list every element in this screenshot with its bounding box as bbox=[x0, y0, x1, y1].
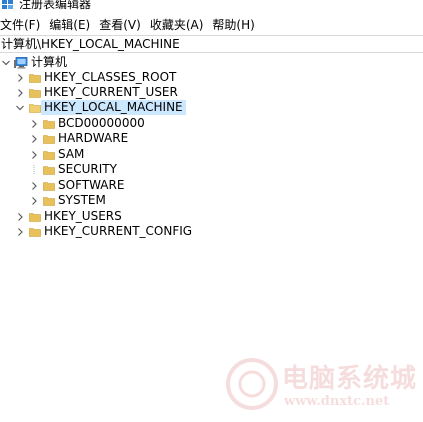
registry-tree: 计算机 HKEY_CLASSES_ROOT HKEY_CURRENT_USER bbox=[0, 54, 423, 422]
window-title: 注册表编辑器 bbox=[19, 0, 92, 11]
registry-icon bbox=[2, 0, 13, 9]
tree-label-security: SECURITY bbox=[58, 162, 117, 176]
menu-help[interactable]: 帮助(H) bbox=[210, 15, 256, 35]
chevron-right-icon[interactable] bbox=[15, 227, 25, 237]
tree-label-bcd: BCD00000000 bbox=[58, 116, 145, 130]
folder-icon bbox=[43, 181, 55, 191]
tree-label-hardware: HARDWARE bbox=[58, 131, 129, 145]
folder-icon bbox=[29, 73, 41, 83]
tree-node-bcd[interactable]: BCD00000000 bbox=[29, 116, 148, 131]
tree-label-hkcc: HKEY_CURRENT_CONFIG bbox=[44, 224, 193, 238]
folder-icon bbox=[29, 88, 41, 98]
tree-label-sam: SAM bbox=[58, 147, 85, 161]
tree-node-sam[interactable]: SAM bbox=[29, 147, 87, 162]
tree-node-hkcc[interactable]: HKEY_CURRENT_CONFIG bbox=[15, 224, 195, 239]
chevron-down-icon[interactable] bbox=[15, 103, 25, 113]
chevron-right-icon[interactable] bbox=[15, 88, 25, 98]
tree-label-hkcu: HKEY_CURRENT_USER bbox=[44, 85, 178, 99]
folder-icon bbox=[43, 150, 55, 160]
regedit-window: 注册表编辑器 文件(F) 编辑(E) 查看(V) 收藏夹(A) 帮助(H) 计算… bbox=[0, 0, 423, 422]
tree-node-software[interactable]: SOFTWARE bbox=[29, 178, 127, 193]
chevron-down-icon[interactable] bbox=[1, 58, 11, 68]
tree-node-hkcr[interactable]: HKEY_CLASSES_ROOT bbox=[15, 70, 179, 85]
menu-view[interactable]: 查看(V) bbox=[97, 15, 143, 35]
tree-label-hkcr: HKEY_CLASSES_ROOT bbox=[44, 70, 177, 84]
menu-bar: 文件(F) 编辑(E) 查看(V) 收藏夹(A) 帮助(H) bbox=[0, 15, 423, 35]
menu-file[interactable]: 文件(F) bbox=[0, 15, 42, 35]
chevron-right-icon[interactable] bbox=[29, 134, 39, 144]
tree-node-system[interactable]: SYSTEM bbox=[29, 193, 109, 208]
tree-label-software: SOFTWARE bbox=[58, 178, 125, 192]
chevron-right-icon[interactable] bbox=[15, 212, 25, 222]
menu-favorites[interactable]: 收藏夹(A) bbox=[148, 15, 206, 35]
tree-label-hku: HKEY_USERS bbox=[44, 209, 122, 223]
computer-icon bbox=[14, 56, 28, 68]
folder-icon bbox=[43, 196, 55, 206]
menu-edit[interactable]: 编辑(E) bbox=[47, 15, 92, 35]
chevron-right-icon[interactable] bbox=[29, 196, 39, 206]
folder-open-icon bbox=[29, 103, 41, 113]
chevron-right-icon[interactable] bbox=[29, 181, 39, 191]
folder-icon bbox=[43, 119, 55, 129]
folder-icon bbox=[43, 165, 55, 175]
tree-node-hklm[interactable]: HKEY_LOCAL_MACHINE bbox=[15, 100, 186, 115]
folder-icon bbox=[43, 134, 55, 144]
chevron-right-icon[interactable] bbox=[29, 150, 39, 160]
folder-icon bbox=[29, 212, 41, 222]
tree-label-computer: 计算机 bbox=[31, 55, 68, 69]
tree-label-system: SYSTEM bbox=[58, 193, 106, 207]
tree-connector-line bbox=[33, 164, 35, 175]
tree-node-security[interactable]: SECURITY bbox=[29, 162, 120, 177]
chevron-right-icon[interactable] bbox=[15, 73, 25, 83]
tree-node-hku[interactable]: HKEY_USERS bbox=[15, 209, 125, 224]
folder-icon bbox=[29, 227, 41, 237]
tree-node-computer[interactable]: 计算机 bbox=[1, 55, 70, 70]
tree-node-hardware[interactable]: HARDWARE bbox=[29, 131, 131, 146]
address-bar[interactable]: 计算机\HKEY_LOCAL_MACHINE bbox=[0, 35, 423, 53]
chevron-right-icon[interactable] bbox=[29, 119, 39, 129]
tree-node-hkcu[interactable]: HKEY_CURRENT_USER bbox=[15, 85, 181, 100]
tree-label-hklm: HKEY_LOCAL_MACHINE bbox=[41, 100, 186, 115]
title-bar: 注册表编辑器 bbox=[0, 0, 423, 14]
